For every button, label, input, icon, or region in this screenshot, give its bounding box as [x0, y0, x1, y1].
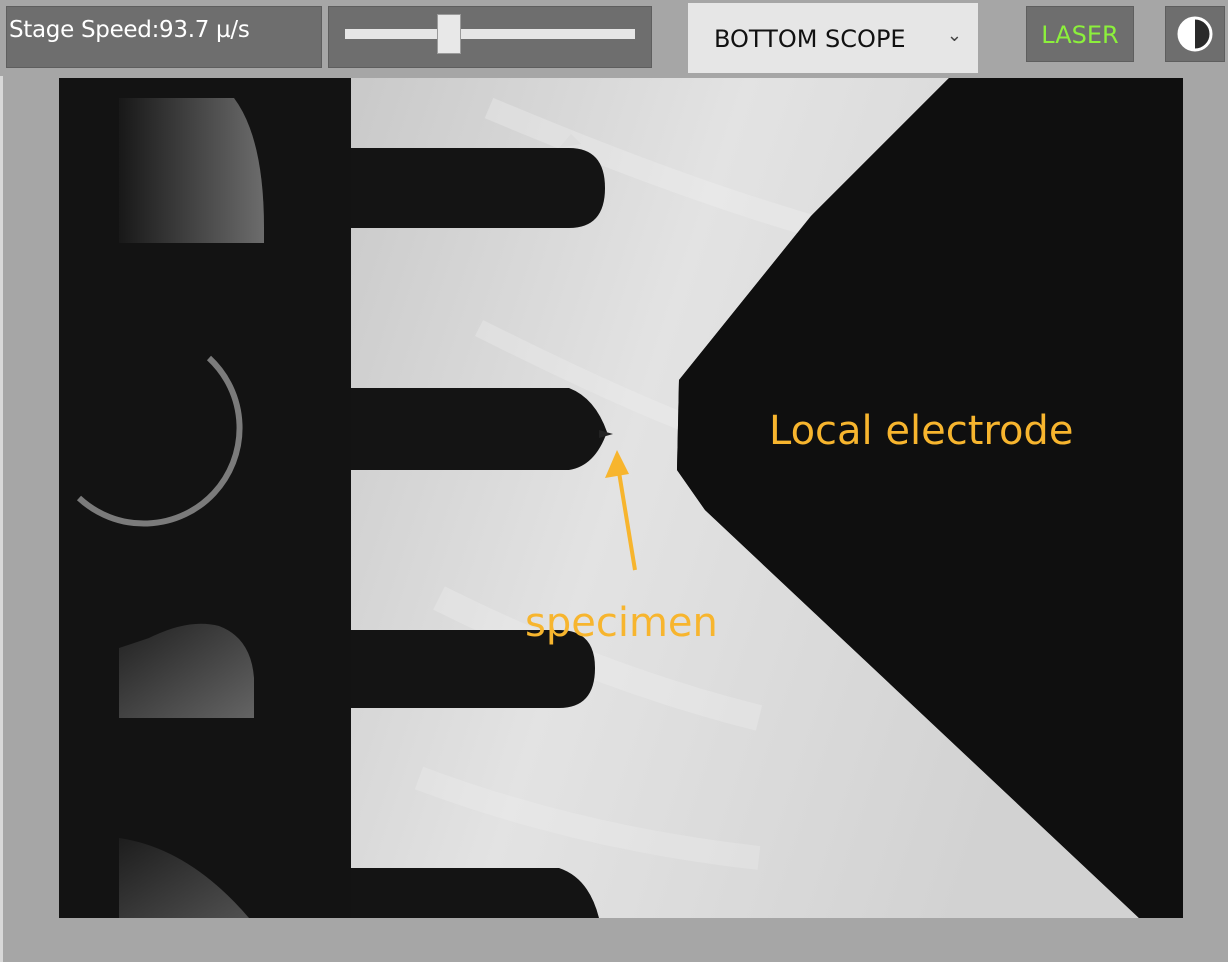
laser-label: LASER — [1041, 21, 1119, 49]
stage-speed-display: Stage Speed:93.7 µ/s — [6, 6, 322, 68]
electrode-label: Local electrode — [769, 408, 1073, 454]
specimen-arrow — [615, 459, 637, 571]
contrast-icon — [1177, 16, 1213, 52]
laser-button[interactable]: LASER — [1026, 6, 1134, 62]
stage-speed-slider[interactable] — [328, 6, 652, 68]
specimen-label: specimen — [525, 600, 718, 646]
chevron-down-icon: ⌄ — [946, 25, 962, 46]
toolbar: Stage Speed:93.7 µ/s BOTTOM SCOPE ⌄ LASE… — [0, 0, 1228, 76]
annotation-layer: Local electrode specimen — [525, 408, 1073, 646]
scope-select[interactable]: BOTTOM SCOPE ⌄ — [688, 3, 978, 73]
camera-viewport[interactable]: Local electrode specimen — [59, 78, 1183, 918]
scope-selected-value: BOTTOM SCOPE — [714, 25, 906, 53]
window-left-edge — [0, 0, 3, 962]
contrast-button[interactable] — [1165, 6, 1225, 62]
slider-track[interactable] — [345, 29, 635, 39]
arrow-head-icon — [605, 450, 629, 478]
stage-speed-label: Stage Speed:93.7 µ/s — [9, 17, 250, 43]
slider-thumb[interactable] — [437, 14, 462, 54]
